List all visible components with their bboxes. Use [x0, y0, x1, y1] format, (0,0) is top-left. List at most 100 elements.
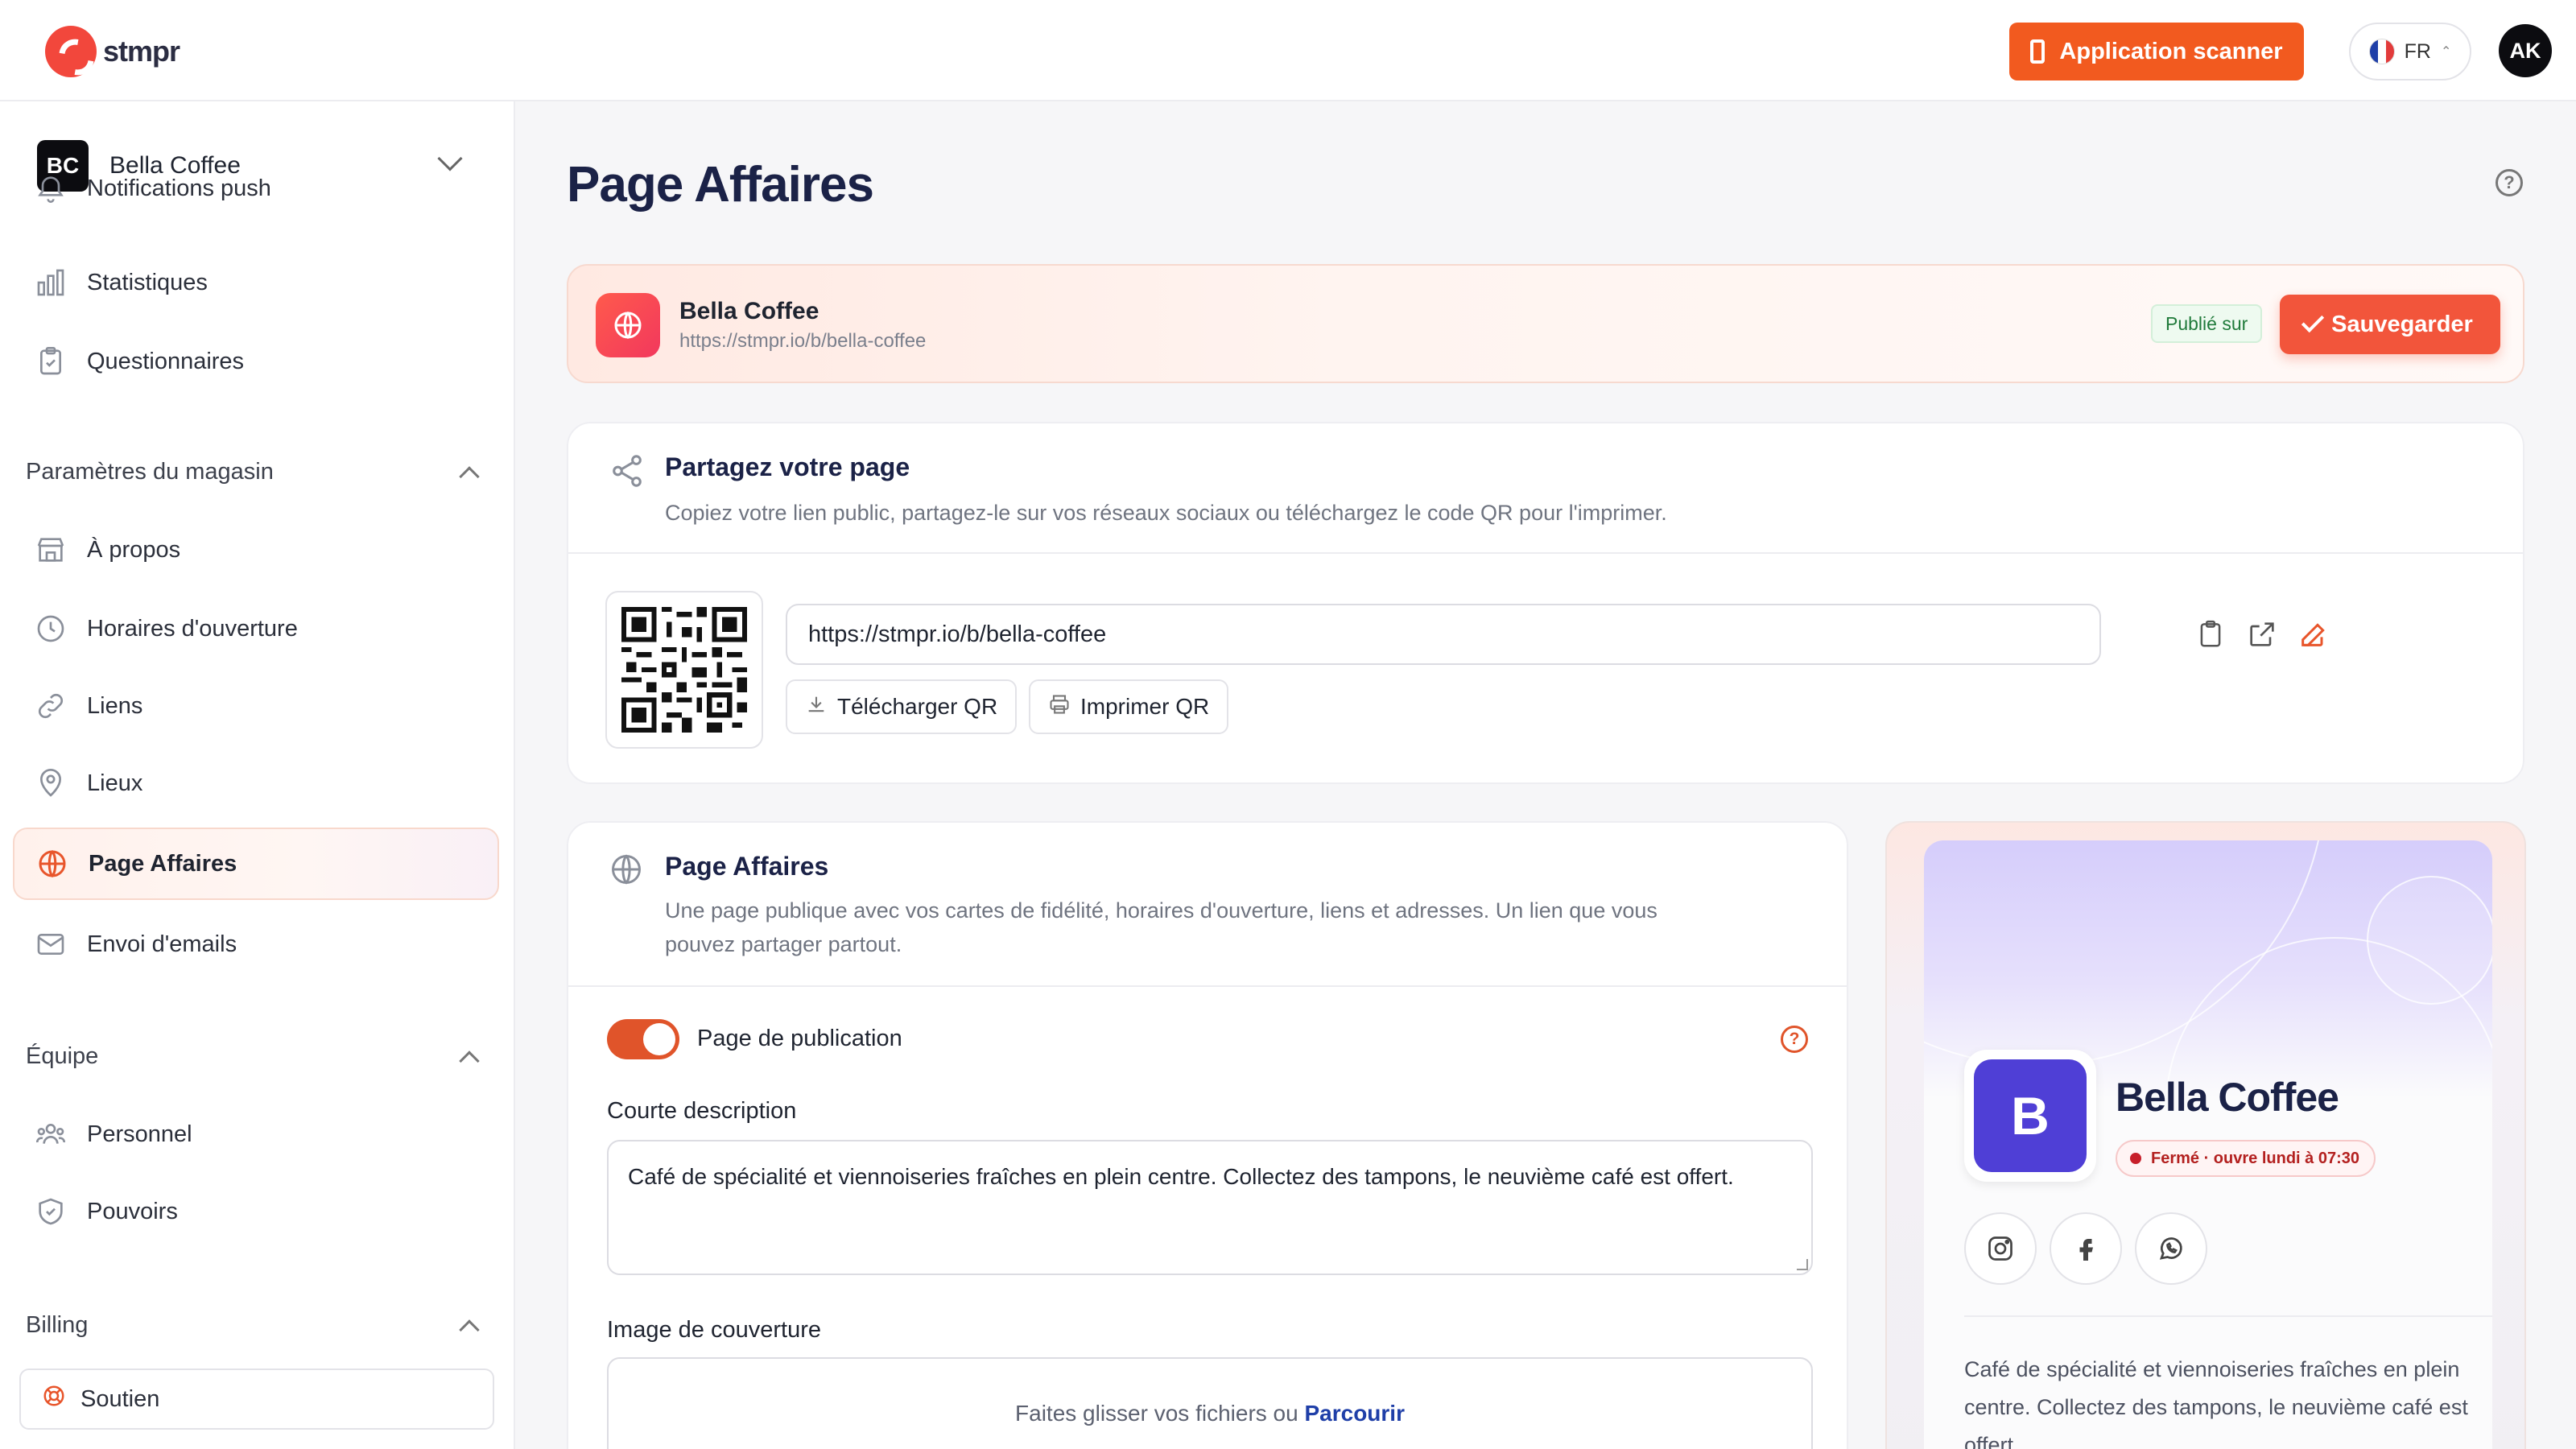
- language-selector[interactable]: FR ⌃: [2349, 23, 2471, 80]
- sidebar-item-label: Liens: [87, 692, 143, 719]
- users-icon: [34, 1117, 68, 1151]
- dropzone-text: Faites glisser vos fichiers ou: [1015, 1401, 1298, 1426]
- sidebar-item-opening-hours[interactable]: Horaires d'ouverture: [13, 592, 499, 665]
- edit-icon[interactable]: [2296, 617, 2331, 652]
- support-label: Soutien: [80, 1385, 160, 1412]
- sidebar-item-label: Statistiques: [87, 269, 208, 295]
- save-button[interactable]: Sauvegarder: [2280, 295, 2500, 354]
- divider: [568, 552, 2523, 554]
- page-title: Page Affaires: [567, 157, 874, 213]
- sidebar-item-label: Page Affaires: [89, 850, 237, 877]
- preview-description: Café de spécialité et viennoiseries fraî…: [1964, 1357, 2468, 1449]
- short-description-label: Courte description: [607, 1098, 797, 1124]
- public-url-input[interactable]: https://stmpr.io/b/bella-coffee: [786, 604, 2101, 665]
- sidebar-item-push-notifications[interactable]: Notifications push: [13, 171, 499, 206]
- whatsapp-icon[interactable]: [2135, 1212, 2207, 1285]
- top-bar: stmpr Application scanner FR ⌃ AK: [0, 0, 2576, 101]
- section-team[interactable]: Équipe: [26, 1043, 485, 1071]
- sidebar-item-label: Horaires d'ouverture: [87, 615, 298, 642]
- qr-code-image: [621, 607, 747, 733]
- resize-handle-icon[interactable]: [1797, 1259, 1808, 1270]
- bell-icon: [34, 171, 68, 205]
- chevron-up-icon: ⌃: [2440, 45, 2452, 59]
- app-logo[interactable]: stmpr: [45, 26, 180, 77]
- section-billing[interactable]: Billing: [26, 1312, 485, 1340]
- short-description-value: Café de spécialité et viennoiseries fraî…: [628, 1164, 1734, 1189]
- support-button[interactable]: Soutien: [19, 1368, 494, 1430]
- sidebar-item-about[interactable]: À propos: [13, 514, 499, 586]
- link-icon: [34, 689, 68, 723]
- user-avatar[interactable]: AK: [2499, 24, 2552, 77]
- instagram-icon[interactable]: [1964, 1212, 2037, 1285]
- chevron-up-icon: [459, 1319, 480, 1340]
- sidebar-item-label: Notifications push: [87, 175, 271, 201]
- sidebar-item-emails[interactable]: Envoi d'emails: [13, 908, 499, 980]
- share-title: Partagez votre page: [665, 452, 910, 481]
- divider: [568, 985, 1847, 987]
- cover-image-dropzone[interactable]: Faites glisser vos fichiers ou Parcourir: [607, 1357, 1813, 1449]
- preview-status-badge: Fermé · ouvre lundi à 07:30: [2116, 1140, 2376, 1177]
- section-store-settings-label: Paramètres du magasin: [26, 459, 274, 485]
- facebook-icon[interactable]: [2050, 1212, 2122, 1285]
- store-icon: [34, 533, 68, 567]
- globe-icon: [596, 293, 660, 357]
- clipboard-icon: [34, 345, 68, 378]
- sidebar-item-permissions[interactable]: Pouvoirs: [13, 1175, 499, 1248]
- download-qr-label: Télécharger QR: [837, 694, 998, 719]
- business-page-subtitle-line-1: Une page publique avec vos cartes de fid…: [665, 898, 1657, 923]
- support-icon: [42, 1384, 66, 1414]
- preview-status-text: Fermé · ouvre lundi à 07:30: [2151, 1149, 2359, 1167]
- sidebar-item-label: Envoi d'emails: [87, 931, 237, 957]
- banner-public-url[interactable]: https://stmpr.io/b/bella-coffee: [679, 330, 926, 353]
- sidebar-item-locations[interactable]: Lieux: [13, 747, 499, 819]
- sidebar-item-label: Lieux: [87, 770, 143, 796]
- section-store-settings[interactable]: Paramètres du magasin: [26, 459, 485, 487]
- business-page-subtitle: Une page publique avec vos cartes de fid…: [665, 894, 1657, 961]
- business-page-title: Page Affaires: [665, 852, 829, 881]
- help-icon[interactable]: ?: [1781, 1026, 1808, 1053]
- sidebar-item-label: Questionnaires: [87, 348, 245, 374]
- phone-icon: [2030, 39, 2046, 64]
- download-qr-button[interactable]: Télécharger QR: [786, 679, 1018, 734]
- bar-chart-icon: [34, 266, 68, 299]
- scanner-app-button[interactable]: Application scanner: [2009, 23, 2304, 80]
- sidebar-item-label: Pouvoirs: [87, 1198, 178, 1224]
- publish-page-toggle[interactable]: [607, 1019, 679, 1059]
- shield-check-icon: [34, 1195, 68, 1228]
- external-link-icon[interactable]: [2244, 617, 2280, 652]
- preview-business-name: Bella Coffee: [2116, 1075, 2339, 1120]
- page-preview: B Bella Coffee Fermé · ouvre lundi à 07:…: [1885, 821, 2526, 1449]
- sidebar-item-label: Personnel: [87, 1121, 192, 1147]
- qr-code: [605, 591, 763, 749]
- logo-text: stmpr: [103, 35, 180, 68]
- sidebar-item-links[interactable]: Liens: [13, 670, 499, 742]
- sidebar-item-business-page[interactable]: Page Affaires: [13, 828, 499, 900]
- save-label: Sauvegarder: [2331, 311, 2473, 337]
- sidebar-item-questionnaires[interactable]: Questionnaires: [13, 325, 499, 398]
- short-description-textarea[interactable]: Café de spécialité et viennoiseries fraî…: [607, 1140, 1813, 1275]
- mail-icon: [34, 927, 68, 961]
- business-page-subtitle-line-2: pouvez partager partout.: [665, 932, 902, 956]
- publish-page-label: Page de publication: [697, 1026, 902, 1051]
- sidebar-item-statistics[interactable]: Statistiques: [13, 246, 499, 319]
- divider: [1964, 1315, 2492, 1317]
- logo-mark-icon: [45, 26, 97, 77]
- print-qr-button[interactable]: Imprimer QR: [1029, 679, 1229, 734]
- sidebar-item-staff[interactable]: Personnel: [13, 1098, 499, 1170]
- share-card: Partagez votre page Copiez votre lien pu…: [567, 422, 2524, 784]
- preview-avatar-letter: B: [1974, 1059, 2087, 1172]
- copy-icon[interactable]: [2193, 617, 2228, 652]
- status-dot-icon: [2130, 1153, 2141, 1164]
- published-badge: Publié sur: [2151, 304, 2263, 343]
- download-icon: [805, 693, 828, 721]
- publish-banner: Bella Coffee https://stmpr.io/b/bella-co…: [567, 264, 2524, 383]
- help-icon[interactable]: ?: [2496, 169, 2523, 196]
- cover-image-label: Image de couverture: [607, 1317, 821, 1343]
- clock-icon: [34, 612, 68, 646]
- chevron-up-icon: [459, 1050, 480, 1071]
- print-qr-label: Imprimer QR: [1080, 694, 1210, 719]
- browse-link[interactable]: Parcourir: [1304, 1401, 1405, 1426]
- banner-business-name: Bella Coffee: [679, 298, 819, 324]
- language-code: FR: [2404, 39, 2431, 63]
- chevron-down-icon: [437, 146, 463, 171]
